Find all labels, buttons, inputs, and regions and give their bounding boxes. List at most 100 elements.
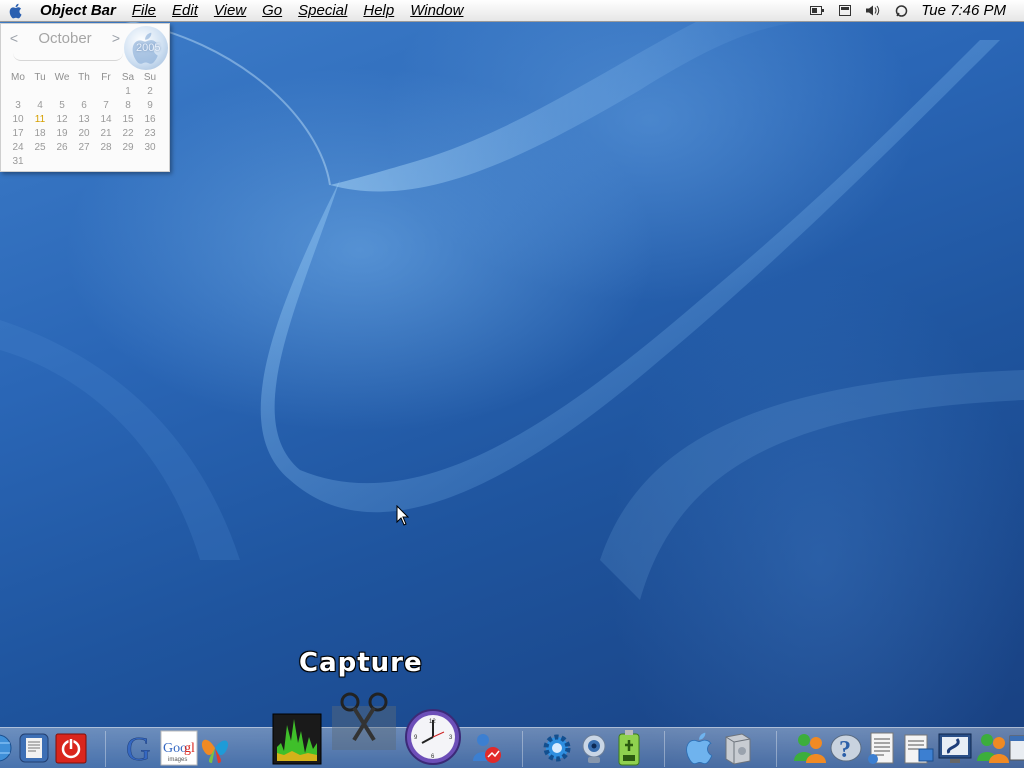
apple-logo-icon[interactable]	[684, 731, 716, 765]
svg-text:?: ?	[839, 737, 851, 763]
dock-separator	[664, 731, 665, 767]
menu-help[interactable]: Help	[355, 0, 402, 22]
weekday-label: Mo	[11, 72, 25, 83]
settings-gear-icon[interactable]	[540, 731, 574, 765]
calendar-day	[29, 155, 51, 169]
globe-icon[interactable]	[0, 733, 14, 763]
weekday-label: Tu	[34, 72, 46, 83]
calendar-day	[139, 155, 161, 169]
menu-view[interactable]: View	[206, 0, 254, 22]
calendar-day[interactable]: 12	[51, 113, 73, 127]
calendar-day[interactable]: 24	[7, 141, 29, 155]
calendar-day[interactable]: 8	[117, 99, 139, 113]
volume-tray-icon[interactable]	[865, 4, 881, 18]
battery-icon[interactable]	[613, 729, 645, 767]
question-help-icon[interactable]: ?	[829, 731, 863, 765]
power-icon[interactable]	[54, 731, 88, 765]
msn-butterfly-icon[interactable]	[198, 731, 232, 765]
calendar-weekday-row: Mo Tu We Th Fr Sa Su	[7, 71, 161, 85]
calendar-day[interactable]: 25	[29, 141, 51, 155]
display-settings-icon[interactable]	[937, 731, 973, 765]
calendar-day[interactable]: 21	[95, 127, 117, 141]
calendar-day[interactable]: 3	[7, 99, 29, 113]
calendar-day[interactable]: 4	[29, 99, 51, 113]
dock-separator	[105, 731, 106, 767]
menu-special[interactable]: Special	[290, 0, 355, 22]
calendar-day[interactable]: 31	[7, 155, 29, 169]
calendar-day[interactable]: 18	[29, 127, 51, 141]
weekday-label: Fr	[101, 72, 111, 83]
google-icon[interactable]: G	[124, 730, 158, 766]
network-tray-icon[interactable]	[893, 4, 909, 18]
calendar-day	[51, 155, 73, 169]
weekday-label: Su	[143, 72, 157, 83]
calendar-day[interactable]: 16	[139, 113, 161, 127]
calendar-day[interactable]: 13	[73, 113, 95, 127]
calendar-day[interactable]: 9	[139, 99, 161, 113]
document-list-icon[interactable]	[865, 731, 899, 765]
system-case-icon[interactable]	[720, 731, 754, 765]
calendar-month: October	[38, 29, 92, 47]
calendar-day[interactable]: 26	[51, 141, 73, 155]
user-chart-icon[interactable]	[470, 731, 504, 765]
menu-clock[interactable]: Tue 7:46 PM	[921, 2, 1006, 19]
calendar-day[interactable]: 27	[73, 141, 95, 155]
dock-separator	[776, 731, 777, 767]
calendar-day-today[interactable]: 11	[29, 113, 51, 127]
calendar-day	[95, 155, 117, 169]
calendar-day	[29, 85, 51, 99]
battery-tray-icon[interactable]	[809, 4, 825, 18]
calendar-day[interactable]: 10	[7, 113, 29, 127]
svg-text:gl: gl	[184, 741, 195, 756]
calendar-day[interactable]: 22	[117, 127, 139, 141]
calendar-day[interactable]: 19	[51, 127, 73, 141]
dock-separator	[522, 731, 523, 767]
calendar-divider	[13, 51, 123, 61]
calendar-day[interactable]: 14	[95, 113, 117, 127]
apple-menu-icon[interactable]	[0, 0, 32, 22]
menu-file[interactable]: File	[124, 0, 164, 22]
analog-clock-icon[interactable]: 12 3 6 9	[404, 708, 462, 766]
menu-go[interactable]: Go	[254, 0, 290, 22]
capture-label: Capture	[299, 648, 423, 678]
calendar-grid: Mo Tu We Th Fr Sa Su 1 2 3 4 5 6 7 8 9 10 11 12 13 14…	[7, 71, 161, 169]
calendar-day[interactable]: 29	[117, 141, 139, 155]
calendar-prev-button[interactable]: <	[7, 30, 21, 46]
calendar-day[interactable]: 2	[139, 85, 161, 99]
menu-edit[interactable]: Edit	[164, 0, 206, 22]
calendar-day[interactable]: 1	[117, 85, 139, 99]
activity-monitor-icon[interactable]	[272, 713, 322, 765]
menu-window[interactable]: Window	[402, 0, 471, 22]
calendar-day[interactable]: 17	[7, 127, 29, 141]
calendar-day[interactable]: 7	[95, 99, 117, 113]
messenger-buddies-icon[interactable]	[975, 731, 1011, 765]
document-edit-icon[interactable]	[901, 731, 935, 765]
calendar-day[interactable]: 30	[139, 141, 161, 155]
messenger-buddies-icon[interactable]	[792, 731, 828, 765]
capture-scissors-icon[interactable]	[330, 690, 398, 752]
svg-text:images: images	[168, 757, 187, 763]
calendar-week-row: 24 25 26 27 28 29 30	[7, 141, 161, 155]
calendar-year: 2005	[136, 42, 161, 54]
calendar-day[interactable]: 15	[117, 113, 139, 127]
google-images-icon[interactable]: Goo gl images	[160, 730, 198, 766]
menu-object-bar[interactable]: Object Bar	[32, 0, 124, 22]
calendar-week-row: 3456789	[7, 99, 161, 113]
calendar-next-button[interactable]: >	[109, 30, 123, 46]
calendar-day[interactable]: 23	[139, 127, 161, 141]
calendar-day[interactable]: 5	[51, 99, 73, 113]
calendar-day[interactable]: 6	[73, 99, 95, 113]
disk-tray-icon[interactable]	[837, 4, 853, 18]
menu-bar: Object Bar File Edit View Go Special Hel…	[0, 0, 1024, 22]
calendar-day	[95, 85, 117, 99]
calendar-week-row: 10 11 12 13 14 15 16	[7, 113, 161, 127]
window-edge-icon[interactable]	[1008, 733, 1024, 763]
calendar-day[interactable]: 28	[95, 141, 117, 155]
document-icon[interactable]	[17, 731, 53, 765]
calendar-day	[117, 155, 139, 169]
calendar-widget: < October > 2005 Mo Tu We Th Fr Sa Su 12…	[0, 23, 170, 172]
mouse-cursor-icon	[396, 504, 410, 532]
speaker-webcam-icon[interactable]	[577, 731, 611, 765]
calendar-year-badge: 2005	[124, 26, 168, 70]
calendar-day[interactable]: 20	[73, 127, 95, 141]
